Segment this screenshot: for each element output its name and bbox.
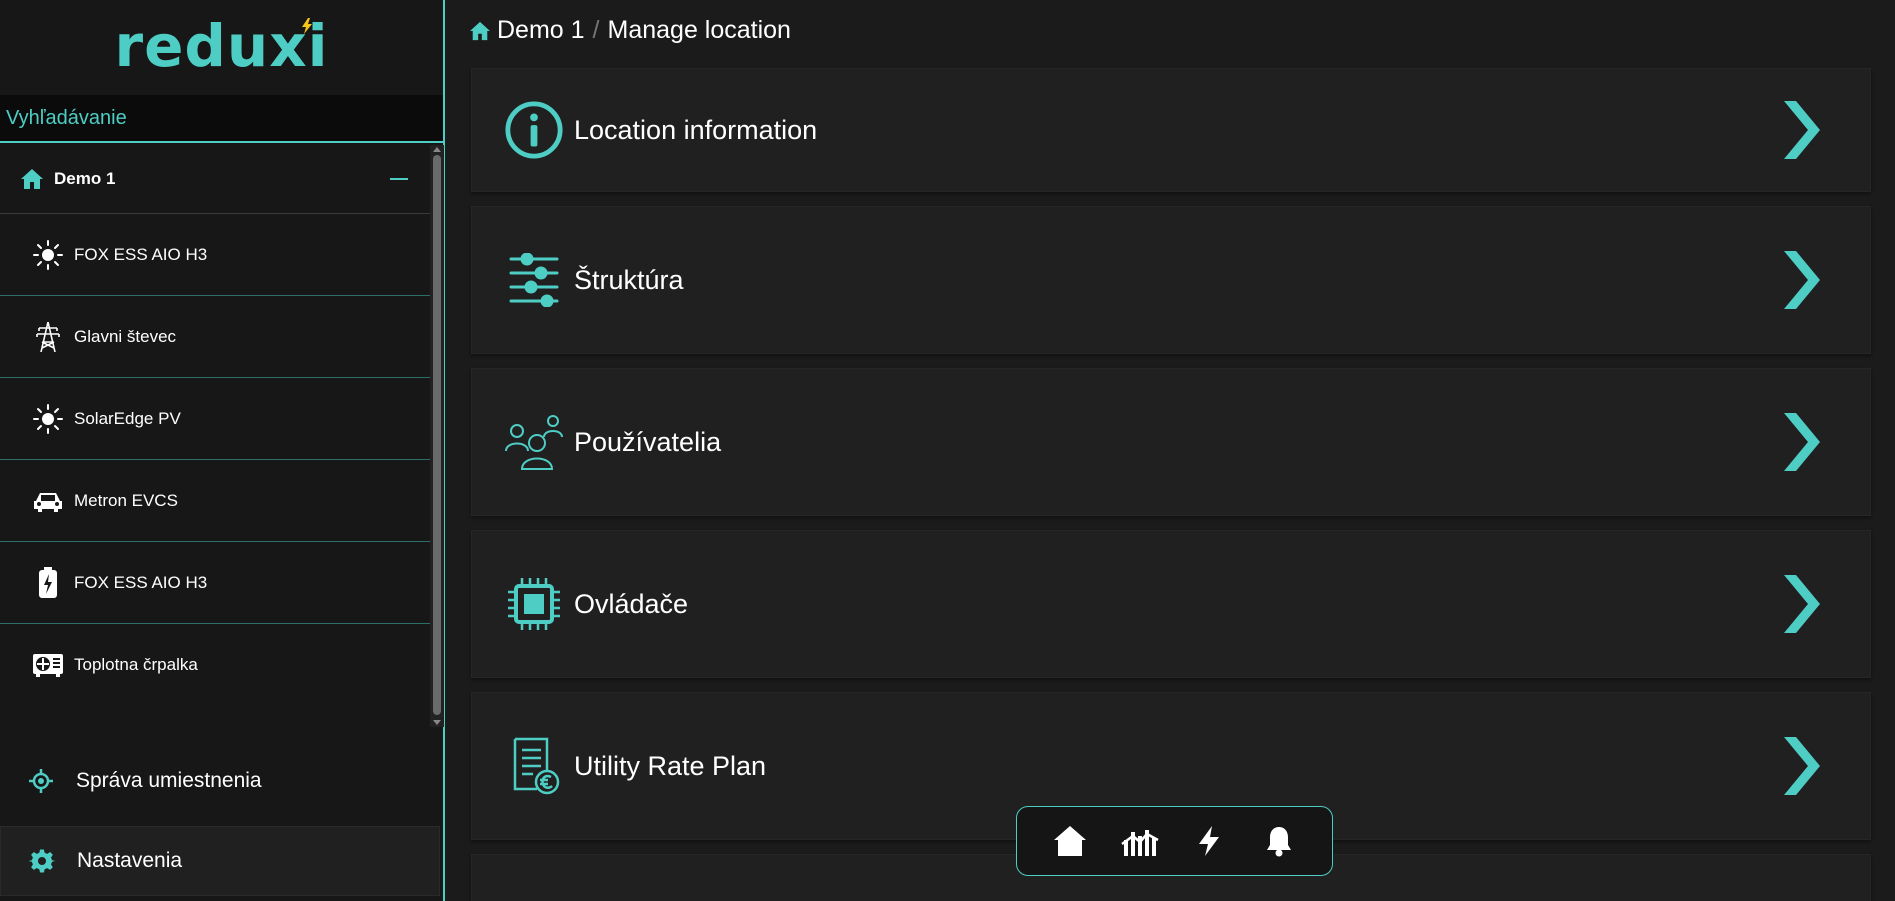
- scroll-up-arrow[interactable]: [433, 147, 441, 152]
- bottom-nav-bar: [1016, 806, 1333, 876]
- device-item[interactable]: Toplotna črpalka: [0, 624, 430, 705]
- home-icon[interactable]: [469, 21, 491, 41]
- card-controllers[interactable]: Ovládače: [471, 530, 1871, 678]
- tree-scrollbar[interactable]: [430, 145, 444, 727]
- card-title: Štruktúra: [574, 264, 684, 295]
- chip-icon: [504, 574, 564, 634]
- search-bar: [0, 95, 443, 143]
- chart-icon: [1120, 830, 1159, 856]
- car-icon: [32, 485, 64, 517]
- tree-root-label: Demo 1: [54, 169, 116, 188]
- logo-bolt-icon: [302, 18, 312, 34]
- sidebar: reduxi Demo 1 FOX ESS AIO H3 Glavni štev…: [0, 0, 445, 901]
- device-item[interactable]: Glavni števec: [0, 296, 430, 378]
- nav-location-label: Správa umiestnenia: [76, 769, 262, 792]
- breadcrumb-current: Manage location: [607, 16, 791, 44]
- nav-settings-label: Nastavenia: [77, 849, 183, 872]
- logo-text: reduxi: [114, 11, 329, 80]
- chevron-right-icon: [1784, 413, 1820, 471]
- sliders-icon: [504, 250, 564, 310]
- breadcrumb-home[interactable]: Demo 1: [497, 16, 585, 45]
- power-tower-icon: [32, 321, 64, 353]
- sun-icon: [32, 403, 64, 435]
- scroll-thumb[interactable]: [433, 155, 441, 715]
- bell-icon: [1267, 827, 1292, 857]
- card-title: Ovládače: [574, 588, 689, 619]
- chevron-right-icon: [1784, 101, 1820, 159]
- chevron-right-icon: [1784, 251, 1820, 309]
- device-item[interactable]: SolarEdge PV: [0, 378, 430, 460]
- users-icon: [504, 412, 564, 472]
- card-users[interactable]: Používatelia: [471, 368, 1871, 516]
- collapse-icon[interactable]: [390, 178, 408, 180]
- nav-location-management[interactable]: Správa umiestnenia: [0, 746, 440, 816]
- breadcrumb: Demo 1 / Manage location: [469, 16, 791, 45]
- device-item[interactable]: FOX ESS AIO H3: [0, 214, 430, 296]
- chevron-right-icon: [1784, 737, 1820, 795]
- bottom-nav-energy[interactable]: [1187, 819, 1231, 863]
- app-logo[interactable]: reduxi: [0, 0, 443, 95]
- search-input[interactable]: [6, 106, 443, 130]
- home-icon: [21, 169, 43, 189]
- device-label: Toplotna črpalka: [74, 654, 198, 674]
- card-title: Používatelia: [574, 426, 722, 457]
- device-label: FOX ESS AIO H3: [74, 244, 208, 264]
- device-item[interactable]: Metron EVCS: [0, 460, 430, 542]
- device-label: FOX ESS AIO H3: [74, 572, 208, 592]
- scroll-down-arrow[interactable]: [433, 720, 441, 725]
- invoice-euro-icon: [504, 736, 564, 796]
- breadcrumb-separator: /: [592, 16, 600, 44]
- heat-pump-icon: [32, 649, 64, 681]
- nav-settings[interactable]: Nastavenia: [0, 826, 440, 896]
- target-icon: [29, 769, 53, 793]
- location-tree: Demo 1 FOX ESS AIO H3 Glavni števec Sola…: [0, 145, 430, 705]
- card-title: Utility Rate Plan: [574, 750, 767, 781]
- bottom-nav-chart[interactable]: [1118, 819, 1162, 863]
- chevron-right-icon: [1784, 575, 1820, 633]
- home-icon: [1053, 826, 1086, 856]
- tree-root-demo[interactable]: Demo 1: [0, 145, 430, 214]
- card-title: Location information: [574, 114, 818, 145]
- device-label: Glavni števec: [74, 326, 177, 346]
- sun-icon: [32, 239, 64, 271]
- device-item[interactable]: FOX ESS AIO H3: [0, 542, 430, 624]
- card-location-information[interactable]: Location information: [471, 68, 1871, 192]
- bolt-icon: [1199, 826, 1220, 856]
- battery-icon: [32, 566, 64, 599]
- device-label: SolarEdge PV: [74, 408, 181, 428]
- device-label: Metron EVCS: [74, 490, 178, 510]
- gear-icon: [29, 849, 55, 873]
- card-structure[interactable]: Štruktúra: [471, 206, 1871, 354]
- info-icon: [504, 100, 564, 160]
- bottom-nav-home[interactable]: [1048, 819, 1092, 863]
- bottom-nav-notifications[interactable]: [1257, 819, 1301, 863]
- main-content: Demo 1 / Manage location Location inform…: [447, 0, 1895, 901]
